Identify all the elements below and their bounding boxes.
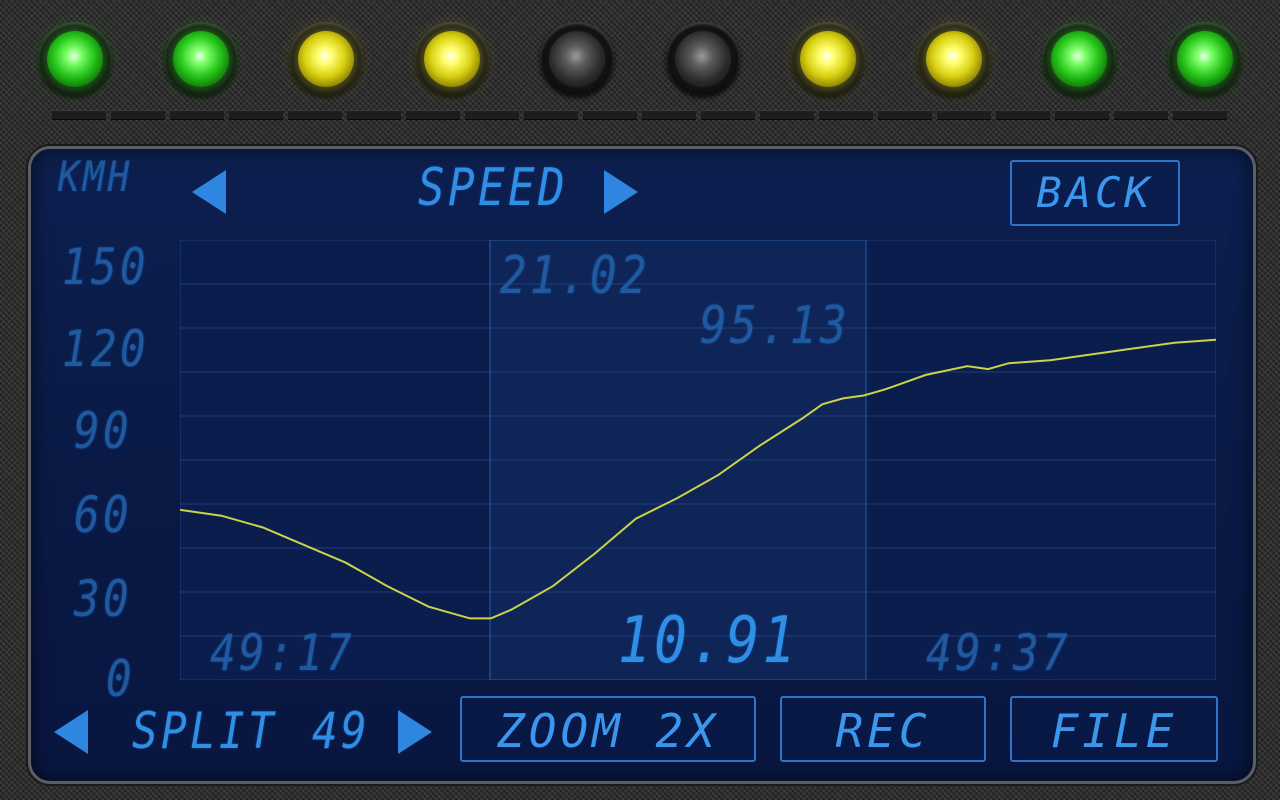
y-tick-label: 60 bbox=[74, 486, 132, 544]
indicator-light-yellow bbox=[791, 22, 865, 96]
prev-mode-arrow-icon[interactable] bbox=[192, 170, 226, 214]
y-tick-label: 0 bbox=[106, 650, 135, 708]
led-strip-segment bbox=[760, 110, 814, 120]
file-button-label: FILE bbox=[1050, 704, 1178, 758]
indicator-lights bbox=[0, 0, 1280, 130]
led-strip-segment bbox=[347, 110, 401, 120]
y-tick-label: 30 bbox=[74, 570, 132, 628]
rec-button-label: REC bbox=[835, 704, 931, 758]
indicator-light-yellow bbox=[414, 22, 489, 96]
y-tick-label: 90 bbox=[74, 402, 132, 460]
split-label: SPLIT bbox=[132, 702, 277, 760]
unit-label: KMH bbox=[58, 152, 133, 201]
led-strip-segment bbox=[937, 110, 991, 120]
indicator-light-green bbox=[38, 22, 112, 96]
next-mode-arrow-icon[interactable] bbox=[604, 170, 638, 214]
indicator-light-off bbox=[540, 22, 614, 96]
led-strip-segment bbox=[1055, 110, 1109, 120]
indicator-bulb bbox=[800, 31, 856, 87]
y-tick-label: 150 bbox=[62, 238, 149, 296]
indicator-light-yellow bbox=[916, 22, 991, 96]
indicator-bulb bbox=[47, 31, 103, 87]
indicator-light-off bbox=[665, 22, 740, 96]
led-strip-segment bbox=[583, 110, 637, 120]
end-time-readout: 49:37 bbox=[926, 624, 1071, 682]
cursor-value-readout: 95.13 bbox=[700, 296, 851, 356]
led-strip-segment bbox=[701, 110, 755, 120]
led-strip-segment bbox=[878, 110, 932, 120]
rec-button[interactable]: REC bbox=[780, 696, 986, 762]
indicator-bulb bbox=[423, 31, 480, 87]
zoom-button[interactable]: ZOOM 2X bbox=[460, 696, 756, 762]
led-strip-segment bbox=[819, 110, 873, 120]
back-button-label: BACK bbox=[1036, 168, 1154, 217]
indicator-bulb bbox=[549, 31, 605, 87]
led-strip-segment bbox=[996, 110, 1050, 120]
mode-title: SPEED bbox=[418, 158, 569, 218]
y-tick-label: 120 bbox=[62, 320, 149, 378]
led-strip-segment bbox=[111, 110, 165, 120]
indicator-light-green bbox=[163, 22, 238, 96]
elapsed-time-readout: 10.91 bbox=[618, 604, 799, 678]
indicator-bulb bbox=[1176, 31, 1233, 87]
led-strip-segment bbox=[288, 110, 342, 120]
led-strip-segment bbox=[1114, 110, 1168, 120]
indicator-light-yellow bbox=[289, 22, 363, 96]
led-strip-segment bbox=[170, 110, 224, 120]
led-strip-segment bbox=[52, 110, 106, 120]
next-split-arrow-icon[interactable] bbox=[398, 710, 432, 754]
split-value: 49 bbox=[312, 702, 370, 760]
indicator-bulb bbox=[1051, 31, 1107, 87]
start-time-readout: 49:17 bbox=[210, 624, 355, 682]
prev-split-arrow-icon[interactable] bbox=[54, 710, 88, 754]
back-button[interactable]: BACK bbox=[1010, 160, 1180, 226]
indicator-bulb bbox=[298, 31, 354, 87]
zoom-button-label: ZOOM 2X bbox=[497, 704, 719, 758]
led-strip-segment bbox=[524, 110, 578, 120]
led-strip-segment bbox=[229, 110, 283, 120]
led-strip-segment bbox=[406, 110, 460, 120]
indicator-bulb bbox=[674, 31, 731, 87]
indicator-light-green bbox=[1167, 22, 1242, 96]
indicator-bulb bbox=[172, 31, 229, 87]
file-button[interactable]: FILE bbox=[1010, 696, 1218, 762]
indicator-bulb bbox=[925, 31, 982, 87]
cursor-time-readout: 21.02 bbox=[500, 246, 651, 306]
indicator-light-green bbox=[1042, 22, 1116, 96]
led-strip-segment bbox=[465, 110, 519, 120]
led-strip-segment bbox=[1173, 110, 1227, 120]
led-strip-segment bbox=[642, 110, 696, 120]
